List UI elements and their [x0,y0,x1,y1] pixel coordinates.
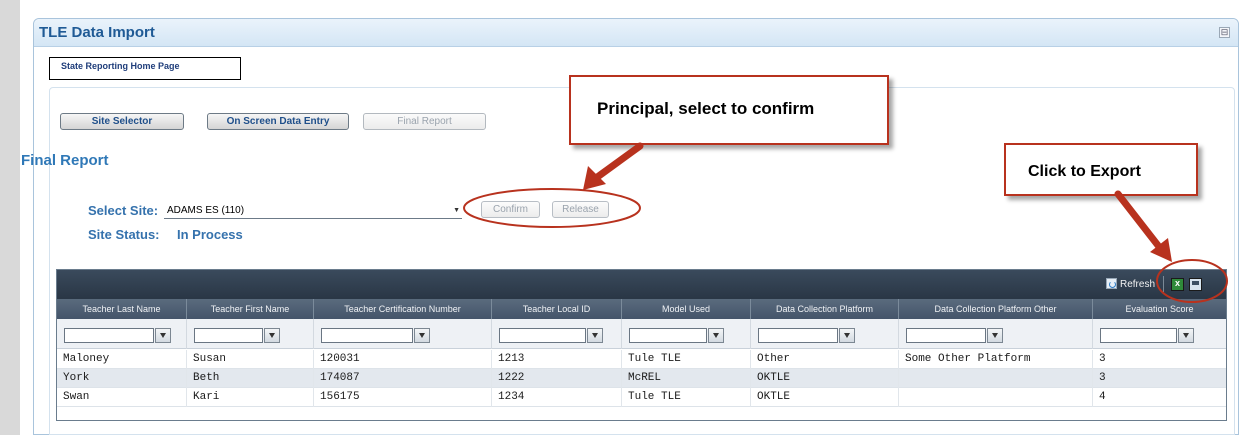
filter-icon[interactable] [414,328,430,343]
filter-input[interactable] [906,328,986,343]
column-header[interactable]: Teacher Last Name [57,299,187,320]
table-row[interactable]: York Beth 174087 1222 McREL OKTLE 3 [57,369,1226,388]
table-cell: 1234 [492,388,622,407]
table-cell: OKTLE [751,369,899,388]
filter-cell [751,319,899,349]
table-cell [899,388,1093,407]
toolbar-divider [1163,276,1164,292]
table-cell: 120031 [314,350,492,369]
filter-icon[interactable] [708,328,724,343]
release-button[interactable]: Release [552,201,609,218]
filter-cell [314,319,492,349]
export-csv-icon[interactable] [1189,278,1202,291]
filter-icon[interactable] [587,328,603,343]
refresh-icon [1106,278,1117,289]
table-row[interactable]: Maloney Susan 120031 1213 Tule TLE Other… [57,350,1226,369]
column-header[interactable]: Model Used [622,299,751,320]
table-cell [899,369,1093,388]
filter-icon[interactable] [1178,328,1194,343]
filter-input[interactable] [499,328,586,343]
table-cell: OKTLE [751,388,899,407]
filter-cell [187,319,314,349]
table-cell: 156175 [314,388,492,407]
state-reporting-home-link[interactable]: State Reporting Home Page [49,57,241,80]
filter-input[interactable] [321,328,413,343]
table-cell: Beth [187,369,314,388]
table-cell: Tule TLE [622,388,751,407]
filter-cell [622,319,751,349]
filter-input[interactable] [194,328,263,343]
filter-input[interactable] [758,328,838,343]
table-cell: 3 [1099,353,1106,365]
filter-cell [1093,319,1226,349]
table-cell: Tule TLE [622,350,751,369]
select-site-label: Select Site: [88,203,159,218]
grid-toolbar: Refresh [57,270,1226,298]
table-cell: Maloney [57,350,187,369]
table-cell: 4 [1099,391,1106,403]
column-header[interactable]: Teacher First Name [187,299,314,320]
site-select-value: ADAMS ES (110) [167,205,245,216]
refresh-button[interactable]: Refresh [1106,278,1155,292]
table-cell: Susan [187,350,314,369]
confirm-button[interactable]: Confirm [481,201,540,218]
grid-header-row: Teacher Last Name Teacher First Name Tea… [57,298,1226,320]
filter-input[interactable] [629,328,707,343]
table-cell: 1222 [492,369,622,388]
filter-input[interactable] [1100,328,1177,343]
table-cell: 1213 [492,350,622,369]
filter-row [57,319,1226,349]
filter-icon[interactable] [264,328,280,343]
table-cell: McREL [622,369,751,388]
column-header[interactable]: Data Collection Platform [751,299,899,320]
site-selector-button[interactable]: Site Selector [60,113,184,130]
export-callout: Click to Export [1004,143,1198,196]
column-header[interactable]: Teacher Certification Number [314,299,492,320]
table-cell: 3 [1099,372,1106,384]
column-header[interactable]: Data Collection Platform Other [899,299,1093,320]
site-status-value: In Process [177,227,243,242]
table-cell: 174087 [314,369,492,388]
section-title: Final Report [21,152,109,169]
column-header[interactable]: Evaluation Score [1093,299,1226,320]
final-report-button[interactable]: Final Report [363,113,486,130]
table-row[interactable]: Swan Kari 156175 1234 Tule TLE OKTLE 4 [57,388,1226,407]
filter-icon[interactable] [155,328,171,343]
teacher-evaluation-grid: Refresh Teacher Last Name Teacher First … [56,269,1227,421]
table-cell: Other [751,350,899,369]
filter-cell [899,319,1093,349]
chevron-down-icon: ▼ [453,207,460,214]
column-header[interactable]: Teacher Local ID [492,299,622,320]
filter-cell [492,319,622,349]
on-screen-data-entry-button[interactable]: On Screen Data Entry [207,113,349,130]
table-cell: York [57,369,187,388]
table-cell: Some Other Platform [899,350,1093,369]
site-status-label: Site Status: [88,227,160,242]
filter-input[interactable] [64,328,154,343]
table-cell: Kari [187,388,314,407]
filter-icon[interactable] [987,328,1003,343]
table-cell: Swan [57,388,187,407]
left-rail [0,0,20,435]
refresh-label: Refresh [1120,279,1156,290]
export-excel-icon[interactable] [1171,278,1184,291]
site-select-dropdown[interactable]: ADAMS ES (110) ▼ [164,202,462,219]
filter-cell [57,319,187,349]
confirm-callout: Principal, select to confirm [569,75,889,145]
filter-icon[interactable] [839,328,855,343]
